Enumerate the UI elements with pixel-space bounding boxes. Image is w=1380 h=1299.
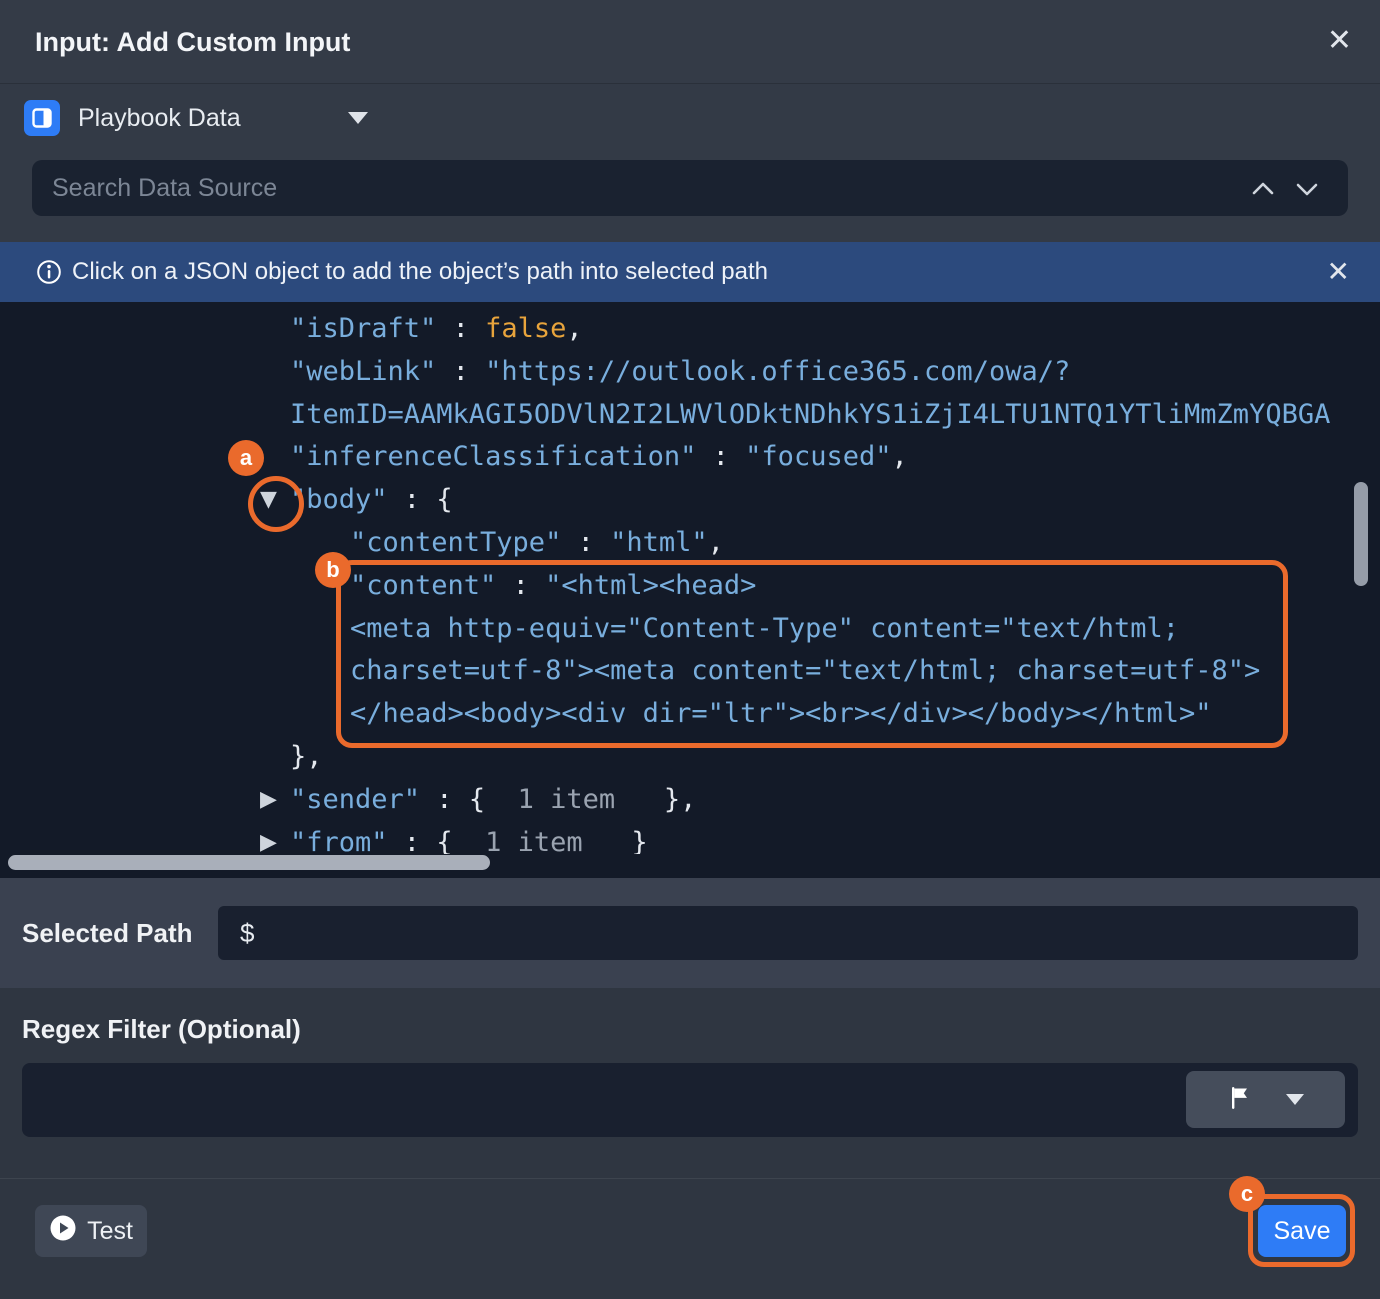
json-token: "inferenceClassification" xyxy=(290,441,696,472)
close-icon[interactable]: ✕ xyxy=(1327,24,1352,58)
json-token: false xyxy=(485,313,566,344)
json-token: , xyxy=(708,527,724,558)
chevron-down-icon xyxy=(1286,1094,1304,1105)
json-line[interactable]: "isDraft" : false, xyxy=(290,308,1380,351)
json-token: }, xyxy=(615,784,696,815)
json-token: : xyxy=(696,441,745,472)
expand-icon[interactable]: ▶ xyxy=(260,822,277,854)
regex-filter-section: Regex Filter (Optional) xyxy=(0,988,1380,1299)
json-line[interactable]: "contentType" : "html", xyxy=(350,522,1380,565)
regex-flags-dropdown[interactable] xyxy=(1186,1071,1345,1128)
json-token: <meta http-equiv="Content-Type" content=… xyxy=(350,613,1179,644)
regex-filter-input[interactable] xyxy=(22,1063,1358,1137)
search-box xyxy=(32,160,1348,216)
json-token: 1 item xyxy=(453,827,583,854)
json-token: charset=utf-8"><meta content="text/html;… xyxy=(350,655,1260,686)
json-token: "from" xyxy=(290,827,388,854)
json-line[interactable]: "content" : "<html><head> xyxy=(350,565,1380,608)
json-token: }, xyxy=(290,741,323,772)
json-token: , xyxy=(566,313,582,344)
chevron-down-icon xyxy=(348,112,368,124)
info-icon xyxy=(36,259,62,285)
save-button[interactable]: Save xyxy=(1258,1205,1346,1257)
json-token: : { xyxy=(420,784,485,815)
json-token: , xyxy=(891,441,907,472)
json-token: "https://outlook.office365.com/owa/? xyxy=(485,356,1070,387)
json-line[interactable]: ▶"from" : { 1 item } xyxy=(290,822,1380,854)
expand-icon[interactable]: ▶ xyxy=(260,779,277,822)
test-button[interactable]: Test xyxy=(35,1205,147,1257)
json-token: : xyxy=(436,313,485,344)
json-token: </head><body><div dir="ltr"><br></div></… xyxy=(350,698,1212,729)
add-custom-input-modal: Input: Add Custom Input ✕ Playbook Data xyxy=(0,0,1380,1299)
json-viewer: "isDraft" : false,"webLink" : "https://o… xyxy=(0,302,1380,878)
json-token: : { xyxy=(388,827,453,854)
close-icon[interactable]: ✕ xyxy=(1327,256,1350,288)
horizontal-scrollbar[interactable] xyxy=(8,855,490,870)
data-source-label: Playbook Data xyxy=(78,100,241,136)
play-icon xyxy=(49,1214,77,1249)
json-token: : xyxy=(496,570,545,601)
modal-header: Input: Add Custom Input ✕ xyxy=(0,0,1380,84)
json-token: "sender" xyxy=(290,784,420,815)
regex-filter-label: Regex Filter (Optional) xyxy=(22,1014,301,1045)
json-token: : xyxy=(561,527,610,558)
json-lines: "isDraft" : false,"webLink" : "https://o… xyxy=(0,308,1380,854)
chevron-up-icon[interactable] xyxy=(1250,177,1276,201)
json-token: "contentType" xyxy=(350,527,561,558)
divider xyxy=(0,1178,1380,1179)
json-line[interactable]: ▶"sender" : { 1 item }, xyxy=(290,779,1380,822)
json-token: "body" xyxy=(290,484,388,515)
json-token: : { xyxy=(388,484,453,515)
search-input[interactable] xyxy=(32,160,1348,216)
json-token: 1 item xyxy=(485,784,615,815)
selected-path-section: Selected Path xyxy=(0,878,1380,988)
json-line[interactable]: </head><body><div dir="ltr"><br></div></… xyxy=(350,693,1380,736)
json-token: ItemID=AAMkAGI5ODVlN2I2LWVlODktNDhkYS1iZ… xyxy=(290,399,1330,430)
modal-title: Input: Add Custom Input xyxy=(35,0,350,84)
regex-input-wrap xyxy=(22,1063,1358,1137)
json-token: "content" xyxy=(350,570,496,601)
json-line[interactable]: "inferenceClassification" : "focused", xyxy=(290,436,1380,479)
chevron-down-icon[interactable] xyxy=(1294,177,1320,201)
json-token: "<html><head> xyxy=(545,570,756,601)
info-banner: Click on a JSON object to add the object… xyxy=(0,242,1380,302)
vertical-scrollbar[interactable] xyxy=(1354,482,1368,586)
info-banner-text: Click on a JSON object to add the object… xyxy=(72,242,768,302)
selected-path-label: Selected Path xyxy=(22,878,193,988)
json-token: "html" xyxy=(610,527,708,558)
selected-path-input[interactable] xyxy=(218,906,1358,960)
json-line[interactable]: charset=utf-8"><meta content="text/html;… xyxy=(350,650,1380,693)
json-token: "focused" xyxy=(745,441,891,472)
json-token: "webLink" xyxy=(290,356,436,387)
json-line[interactable]: "webLink" : "https://outlook.office365.c… xyxy=(290,351,1380,394)
flag-icon xyxy=(1228,1085,1252,1114)
playbook-data-icon xyxy=(24,100,60,136)
json-line[interactable]: ItemID=AAMkAGI5ODVlN2I2LWVlODktNDhkYS1iZ… xyxy=(290,394,1380,437)
json-line[interactable]: }, xyxy=(290,736,1380,779)
json-line[interactable]: <meta http-equiv="Content-Type" content=… xyxy=(350,608,1380,651)
json-token: : xyxy=(436,356,485,387)
json-token: "isDraft" xyxy=(290,313,436,344)
json-line[interactable]: ▼"body" : { xyxy=(290,479,1380,522)
collapse-icon[interactable]: ▼ xyxy=(260,479,277,522)
test-button-label: Test xyxy=(87,1217,133,1246)
json-token: } xyxy=(583,827,648,854)
